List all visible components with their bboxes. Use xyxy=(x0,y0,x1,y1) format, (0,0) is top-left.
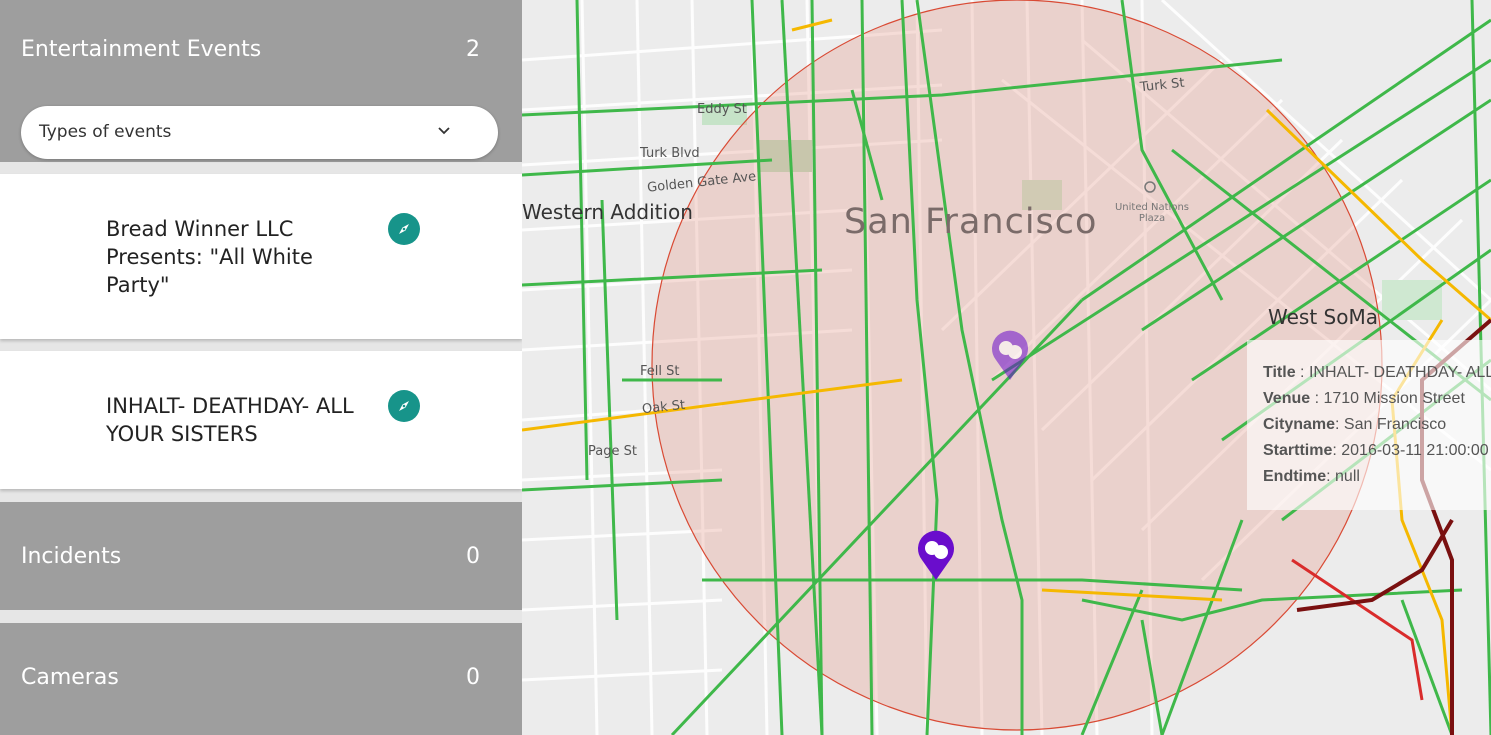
event-types-placeholder: Types of events xyxy=(39,122,172,142)
city-label: San Francisco xyxy=(844,202,1098,242)
popup-start: 2016-03-11 21:00:00 xyxy=(1341,442,1489,459)
popup-title: INHALT- DEATHDAY- ALL YOUR SISTERS xyxy=(1308,364,1491,381)
entertainment-events-label: Entertainment Events xyxy=(21,37,262,62)
event-title: Bread Winner LLC Presents: "All White Pa… xyxy=(106,217,313,297)
chevron-down-icon xyxy=(438,127,450,135)
entertainment-events-count: 2 xyxy=(466,37,480,62)
popup-venue-label: Venue xyxy=(1263,390,1311,407)
event-types-select[interactable]: Types of events xyxy=(21,106,498,159)
popup-end-label: Endtime xyxy=(1263,468,1327,485)
neighborhood-label: Western Addition xyxy=(522,200,693,224)
street-label: Fell St xyxy=(640,364,680,379)
landmark-label: United Nations Plaza xyxy=(1114,202,1189,224)
street-label: Turk Blvd xyxy=(640,146,700,161)
theater-masks-icon xyxy=(992,330,1028,380)
entertainment-events-header[interactable]: Entertainment Events 2 Types of events xyxy=(0,0,522,162)
cameras-label: Cameras xyxy=(21,665,119,690)
sidebar: Entertainment Events 2 Types of events B… xyxy=(0,0,522,735)
cameras-count: 0 xyxy=(466,665,480,690)
street-label: Eddy St xyxy=(697,102,747,117)
compass-icon xyxy=(399,401,409,411)
event-marker[interactable] xyxy=(988,330,1032,382)
incidents-header[interactable]: Incidents 0 xyxy=(0,502,522,610)
popup-venue: 1710 Mission Street xyxy=(1323,390,1465,407)
incidents-label: Incidents xyxy=(21,544,122,569)
incidents-count: 0 xyxy=(466,544,480,569)
map-view[interactable]: Western Addition San Francisco West SoMa… xyxy=(522,0,1491,735)
theater-masks-icon xyxy=(918,530,954,580)
popup-city: San Francisco xyxy=(1343,416,1447,433)
popup-city-label: Cityname xyxy=(1263,416,1336,433)
popup-end: null xyxy=(1335,468,1360,485)
compass-icon xyxy=(399,224,409,234)
street-label: Page St xyxy=(588,444,637,459)
navigate-button[interactable] xyxy=(388,213,420,245)
event-marker[interactable] xyxy=(914,530,958,582)
event-card[interactable]: Bread Winner LLC Presents: "All White Pa… xyxy=(0,174,522,339)
popup-start-label: Starttime xyxy=(1263,442,1333,459)
event-card[interactable]: INHALT- DEATHDAY- ALL YOUR SISTERS xyxy=(0,351,522,489)
event-popup: × Title : INHALT- DEATHDAY- ALL YOUR SIS… xyxy=(1247,340,1491,510)
popup-title-label: Title xyxy=(1263,364,1296,381)
cameras-header[interactable]: Cameras 0 xyxy=(0,623,522,735)
navigate-button[interactable] xyxy=(388,390,420,422)
event-title: INHALT- DEATHDAY- ALL YOUR SISTERS xyxy=(106,394,354,446)
neighborhood-label: West SoMa xyxy=(1268,305,1378,329)
